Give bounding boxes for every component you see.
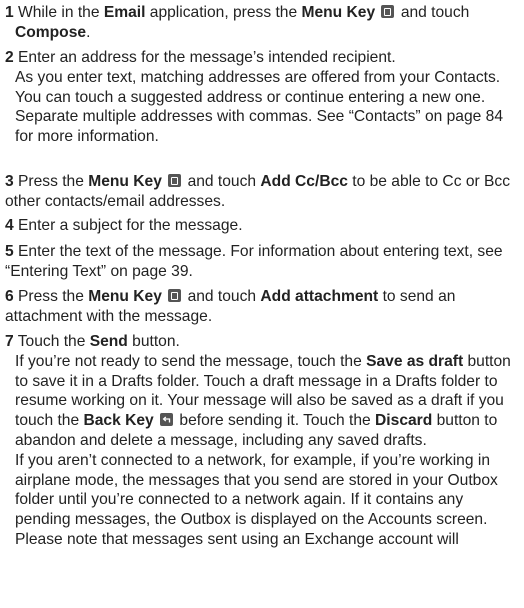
discard-term: Discard [375,412,433,430]
step-text: While in the [18,4,104,21]
step-text: Press the [18,173,89,190]
step-text: before sending it. Touch the [175,412,376,430]
step-number: 7 [5,333,14,350]
offline-paragraph: If you aren’t connected to a network, fo… [15,451,498,529]
menu-key-term: Menu Key [88,288,162,305]
step-text: application, press the [145,4,302,21]
step-number: 6 [5,288,14,305]
step-text: Enter a subject for the message. [18,217,243,234]
step-4: 4 Enter a subject for the message. [5,216,517,236]
step-text: Enter the text of the message. For infor… [5,243,503,280]
step-text: Touch the [17,333,90,350]
step-3: 3 Press the Menu Key and touch Add Cc/Bc… [5,172,517,212]
add-attachment-term: Add attachment [260,288,379,305]
add-cc-bcc-term: Add Cc/Bcc [260,173,348,190]
step-text: and touch [183,288,261,305]
menu-key-term: Menu Key [301,4,376,21]
step-number: 4 [5,217,14,234]
menu-key-icon [381,5,395,18]
step-7: 7 Touch the Send button. If you’re not r… [5,332,517,550]
step-text: and touch [183,173,261,190]
back-key-term: Back Key [83,412,154,430]
compose-term: Compose [15,23,87,41]
menu-key-icon [168,289,182,302]
step-5: 5 Enter the text of the message. For inf… [5,242,517,282]
menu-key-term: Menu Key [88,173,162,190]
step-text: button. [127,333,180,350]
step-text: Enter an address for the message’s inten… [18,49,396,66]
step-detail: As you enter text, matching addresses ar… [15,68,503,146]
step-2: 2 Enter an address for the message’s int… [5,48,517,147]
exchange-note-paragraph: Please note that messages sent using an … [15,530,459,548]
manual-page: 1 While in the Email application, press … [0,0,524,608]
email-app-term: Email [103,4,146,21]
step-number: 5 [5,243,14,260]
step-number: 3 [5,173,14,190]
save-as-draft-term: Save as draft [366,352,464,370]
step-number: 2 [5,49,14,66]
step-number: 1 [5,4,14,21]
send-term: Send [89,333,128,350]
step-text: Press the [18,288,89,305]
step-6: 6 Press the Menu Key and touch Add attac… [5,287,517,327]
step-1: 1 While in the Email application, press … [5,3,517,43]
step-text: and touch [396,4,470,21]
step-text: . [86,23,91,41]
menu-key-icon [168,174,182,187]
back-key-icon [160,413,174,427]
step-text: If you’re not ready to send the message,… [15,352,367,370]
save-draft-paragraph: If you’re not ready to send the message,… [5,352,517,451]
